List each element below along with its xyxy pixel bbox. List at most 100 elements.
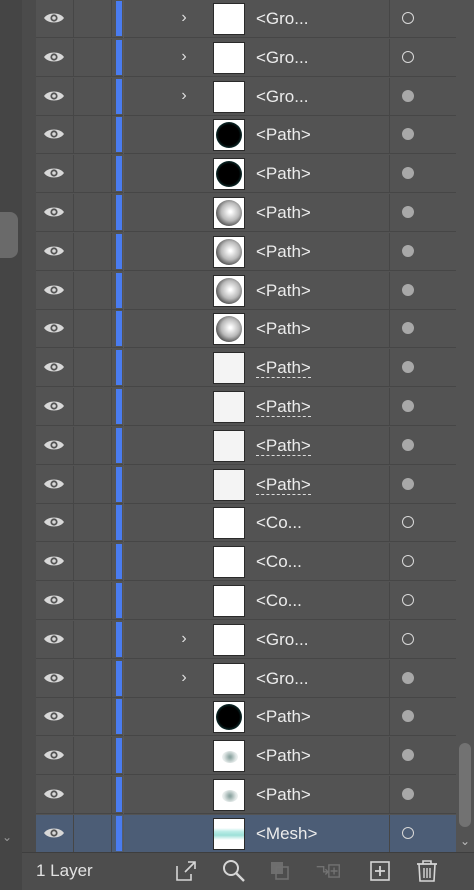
- new-sublayer-icon[interactable]: [315, 858, 341, 884]
- layer-name[interactable]: <Path>: [256, 349, 311, 387]
- visibility-toggle[interactable]: [36, 582, 74, 620]
- lock-toggle[interactable]: [74, 349, 112, 388]
- trash-icon[interactable]: [414, 858, 440, 884]
- layer-row[interactable]: <Path>: [36, 465, 456, 504]
- target-icon[interactable]: [402, 555, 414, 568]
- layer-row[interactable]: <Path>: [36, 426, 456, 465]
- visibility-toggle[interactable]: [36, 388, 74, 426]
- visibility-toggle[interactable]: [36, 737, 74, 776]
- layer-name[interactable]: <Gro...: [256, 39, 308, 77]
- lock-toggle[interactable]: [74, 194, 112, 232]
- chevron-right-icon[interactable]: ›: [176, 86, 192, 106]
- layer-row[interactable]: <Co...: [36, 582, 456, 620]
- lock-toggle[interactable]: [74, 116, 112, 155]
- search-icon[interactable]: [221, 858, 247, 884]
- visibility-toggle[interactable]: [36, 116, 74, 155]
- visibility-toggle[interactable]: [36, 465, 74, 504]
- layer-name[interactable]: <Path>: [256, 116, 311, 154]
- layer-name[interactable]: <Path>: [256, 388, 311, 426]
- chevron-right-icon[interactable]: ›: [176, 47, 192, 67]
- layer-name[interactable]: <Gro...: [256, 0, 308, 38]
- target-icon[interactable]: [402, 438, 414, 451]
- layer-name[interactable]: <Co...: [256, 582, 302, 620]
- layer-row[interactable]: <Co...: [36, 504, 456, 543]
- target-icon[interactable]: [402, 361, 414, 374]
- target-icon[interactable]: [402, 826, 414, 839]
- lock-toggle[interactable]: [74, 0, 112, 38]
- layer-name[interactable]: <Path>: [256, 272, 311, 310]
- visibility-toggle[interactable]: [36, 155, 74, 194]
- left-panel-collapse-handle[interactable]: [0, 212, 18, 258]
- lock-toggle[interactable]: [74, 737, 112, 776]
- layer-name[interactable]: <Path>: [256, 427, 311, 465]
- target-icon[interactable]: [402, 749, 414, 762]
- layer-row[interactable]: › <Gro...: [36, 0, 456, 38]
- layer-row[interactable]: <Mesh>: [36, 814, 456, 852]
- layer-name[interactable]: <Path>: [256, 466, 311, 504]
- layer-row[interactable]: <Path>: [36, 737, 456, 776]
- layer-row[interactable]: <Path>: [36, 232, 456, 271]
- layer-row[interactable]: › <Gro...: [36, 659, 456, 698]
- visibility-toggle[interactable]: [36, 814, 74, 852]
- chevron-right-icon[interactable]: ›: [176, 629, 192, 649]
- target-icon[interactable]: [402, 710, 414, 723]
- layer-row[interactable]: <Path>: [36, 194, 456, 232]
- layer-row[interactable]: <Path>: [36, 349, 456, 388]
- target-icon[interactable]: [402, 206, 414, 218]
- target-icon[interactable]: [402, 89, 414, 102]
- layer-row[interactable]: › <Gro...: [36, 77, 456, 116]
- layer-name[interactable]: <Co...: [256, 543, 302, 581]
- lock-toggle[interactable]: [74, 155, 112, 194]
- target-icon[interactable]: [402, 244, 414, 257]
- target-icon[interactable]: [402, 632, 414, 645]
- layer-name[interactable]: <Gro...: [256, 660, 308, 698]
- visibility-toggle[interactable]: [36, 38, 74, 77]
- lock-toggle[interactable]: [74, 776, 112, 814]
- lock-toggle[interactable]: [74, 310, 112, 349]
- layer-name[interactable]: <Path>: [256, 155, 311, 193]
- visibility-toggle[interactable]: [36, 776, 74, 814]
- layer-row[interactable]: <Path>: [36, 116, 456, 155]
- layer-name[interactable]: <Path>: [256, 776, 311, 814]
- lock-toggle[interactable]: [74, 814, 112, 852]
- layer-row[interactable]: <Path>: [36, 776, 456, 814]
- lock-toggle[interactable]: [74, 543, 112, 582]
- lock-toggle[interactable]: [74, 659, 112, 698]
- lock-toggle[interactable]: [74, 698, 112, 737]
- visibility-toggle[interactable]: [36, 543, 74, 582]
- target-icon[interactable]: [402, 322, 414, 335]
- lock-toggle[interactable]: [74, 582, 112, 620]
- lock-toggle[interactable]: [74, 426, 112, 465]
- visibility-toggle[interactable]: [36, 349, 74, 388]
- layer-row[interactable]: <Path>: [36, 271, 456, 310]
- layer-row[interactable]: <Co...: [36, 543, 456, 582]
- chevron-down-icon[interactable]: ⌄: [2, 830, 12, 844]
- lock-toggle[interactable]: [74, 77, 112, 116]
- target-icon[interactable]: [402, 50, 414, 63]
- lock-toggle[interactable]: [74, 620, 112, 659]
- visibility-toggle[interactable]: [36, 426, 74, 465]
- target-icon[interactable]: [402, 594, 414, 606]
- layer-name[interactable]: <Path>: [256, 233, 311, 271]
- scroll-down-icon[interactable]: ⌄: [460, 834, 470, 848]
- target-icon[interactable]: [402, 516, 414, 529]
- target-icon[interactable]: [402, 128, 414, 141]
- scrollbar-thumb[interactable]: [459, 743, 471, 827]
- visibility-toggle[interactable]: [36, 232, 74, 271]
- layer-name[interactable]: <Co...: [256, 504, 302, 542]
- visibility-toggle[interactable]: [36, 620, 74, 659]
- layer-name[interactable]: <Mesh>: [256, 815, 317, 852]
- lock-toggle[interactable]: [74, 232, 112, 271]
- visibility-toggle[interactable]: [36, 194, 74, 232]
- layer-name[interactable]: <Gro...: [256, 621, 308, 659]
- layer-row[interactable]: <Path>: [36, 155, 456, 194]
- layer-name[interactable]: <Path>: [256, 310, 311, 348]
- lock-toggle[interactable]: [74, 388, 112, 426]
- lock-toggle[interactable]: [74, 504, 112, 543]
- target-icon[interactable]: [402, 12, 414, 24]
- layer-row[interactable]: › <Gro...: [36, 38, 456, 77]
- scrollbar-track[interactable]: [456, 0, 474, 852]
- target-icon[interactable]: [402, 671, 414, 684]
- layer-name[interactable]: <Path>: [256, 698, 311, 736]
- clipping-mask-icon[interactable]: [267, 858, 293, 884]
